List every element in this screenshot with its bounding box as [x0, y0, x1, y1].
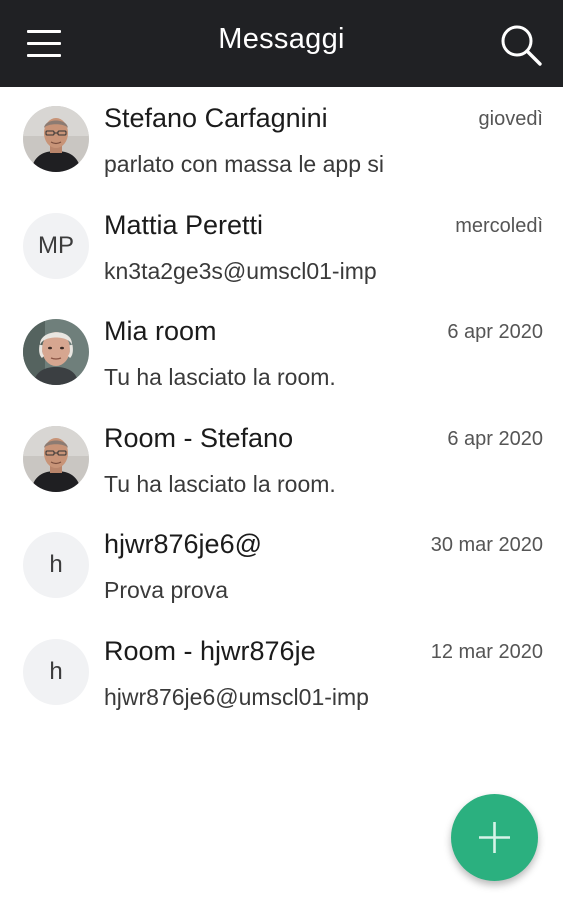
conversation-row[interactable]: h Room - hjwr876je 12 mar 2020 hjwr876je6@u…: [0, 620, 563, 727]
avatar-initials: h: [23, 532, 89, 599]
conversation-row[interactable]: Stefano Carfagnini giovedì parlato con mas…: [0, 87, 563, 194]
conversation-row[interactable]: Room - Stefano 6 apr 2020 Tu ha lasciato l…: [0, 407, 563, 514]
conversation-list: Stefano Carfagnini giovedì parlato con mas…: [0, 87, 563, 727]
avatar-photo: [23, 106, 89, 172]
conversation-date: 6 apr 2020: [447, 427, 543, 450]
conversation-date: 12 mar 2020: [430, 640, 543, 663]
conversation-row[interactable]: MP Mattia Peretti mercoledì kn3ta2ge3s@umsc…: [0, 194, 563, 301]
last-message-preview: Tu ha lasciato la room.: [104, 364, 336, 391]
plus-icon: [479, 822, 510, 853]
conversation-date: 6 apr 2020: [447, 321, 543, 344]
conversation-date: 30 mar 2020: [430, 534, 543, 557]
avatar-initials: h: [23, 638, 89, 705]
last-message-preview: kn3ta2ge3s@umscl01-imp: [104, 257, 377, 284]
last-message-preview: parlato con massa le app si: [104, 151, 384, 177]
app-bar: Messaggi: [0, 0, 563, 87]
new-conversation-button[interactable]: [451, 794, 538, 881]
conversation-name: hjwr876je6@: [104, 529, 262, 560]
conversation-row[interactable]: Mia room 6 apr 2020 Tu ha lasciato la room…: [0, 300, 563, 407]
last-message-preview: hjwr876je6@umscl01-imp: [104, 683, 369, 710]
avatar-photo: [23, 319, 89, 386]
conversation-row[interactable]: h hjwr876je6@ 30 mar 2020 Prova prova: [0, 513, 563, 620]
conversation-date: giovedì: [478, 108, 544, 130]
conversation-date: mercoledì: [455, 214, 543, 237]
last-message-preview: Tu ha lasciato la room.: [104, 470, 336, 497]
conversation-name: Room - hjwr876je: [104, 635, 316, 666]
avatar-photo: [23, 425, 89, 492]
search-icon[interactable]: [498, 22, 544, 68]
messages-screen: Messaggi Stefano Carfagnini giovedì parlat…: [0, 0, 563, 900]
last-message-preview: Prova prova: [104, 577, 229, 604]
page-title: Messaggi: [218, 23, 345, 55]
conversation-name: Room - Stefano: [104, 422, 294, 453]
avatar-initials: MP: [23, 212, 89, 279]
conversation-name: Stefano Carfagnini: [104, 103, 328, 133]
conversation-name: Mia room: [104, 316, 217, 347]
conversation-name: Mattia Peretti: [104, 209, 264, 240]
